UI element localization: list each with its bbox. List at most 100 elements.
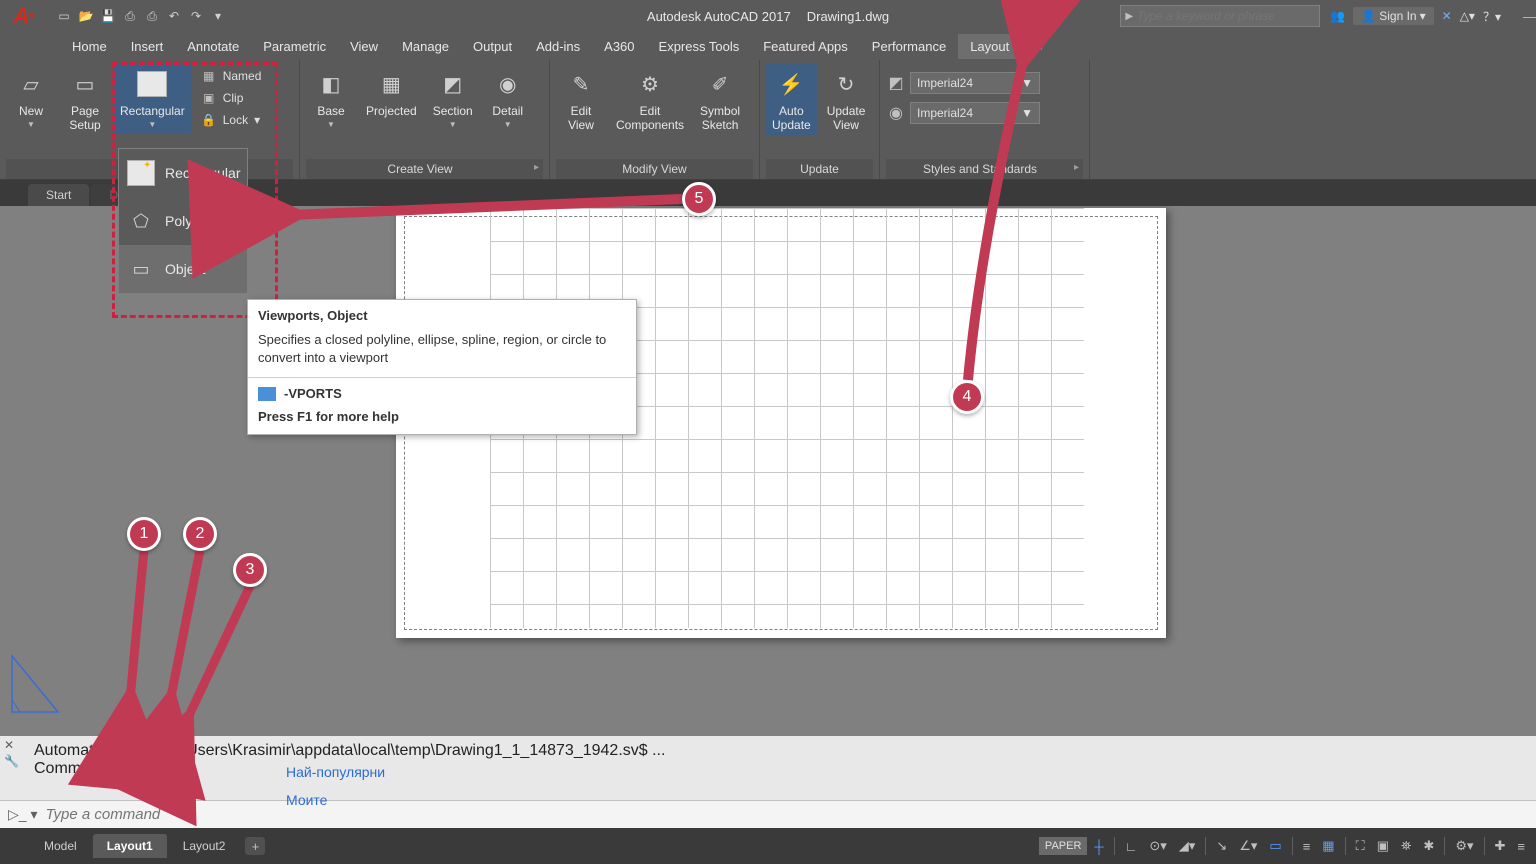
clip-viewport-button[interactable]: ▣Clip [197, 88, 266, 108]
style2-dropdown[interactable]: Imperial24▼ [910, 102, 1040, 124]
tab-performance[interactable]: Performance [860, 34, 958, 59]
minimize-button[interactable]: — [1523, 9, 1536, 24]
command-window: ✕ 🔧 Automatic save to C:\Users\Krasimir\… [0, 734, 1536, 828]
link-mine[interactable]: Моите [286, 786, 385, 814]
tab-overflow-icon[interactable]: •▾ [1021, 33, 1056, 59]
detail-icon: ◉ [492, 68, 524, 100]
viewport-type-menu: ✦ Rectangular ⬠ Polygonal ▭ Object [118, 148, 248, 294]
new-layout-button[interactable]: ▱ New▼ [6, 64, 56, 133]
qat-new-icon[interactable]: ▭ [54, 6, 74, 26]
workspace-icon[interactable]: ⚙▾ [1450, 835, 1478, 857]
rectangular-icon [136, 68, 168, 100]
update-view-icon: ↻ [830, 68, 862, 100]
layout2-tab[interactable]: Layout2 [169, 834, 240, 858]
style1-dropdown[interactable]: Imperial24▼ [910, 72, 1040, 94]
menu-rectangular[interactable]: ✦ Rectangular [119, 149, 247, 197]
infocenter-icon[interactable]: 👥 [1330, 9, 1345, 23]
ribbon-tabs: Home Insert Annotate Parametric View Man… [0, 32, 1536, 60]
search-input[interactable] [1137, 9, 1315, 23]
otrack-icon[interactable]: ∠▾ [1234, 835, 1262, 857]
tab-featured[interactable]: Featured Apps [751, 34, 860, 59]
a360-icon[interactable]: △▾ [1460, 9, 1475, 23]
section-view-button[interactable]: ◩Section▼ [427, 64, 479, 133]
named-icon: ▦ [201, 68, 217, 84]
update-view-button[interactable]: ↻Update View [821, 64, 872, 136]
help-icon[interactable]: ？▾ [1483, 8, 1501, 25]
tab-layout[interactable]: Layout [958, 34, 1021, 59]
command-prompt-icon[interactable]: ▷_ ▾ [0, 806, 45, 823]
tab-home[interactable]: Home [60, 34, 119, 59]
tooltip-body: Specifies a closed polyline, ellipse, sp… [248, 327, 636, 377]
units-icon[interactable]: ✱ [1418, 835, 1439, 857]
tab-manage[interactable]: Manage [390, 34, 461, 59]
tab-parametric[interactable]: Parametric [251, 34, 338, 59]
external-links: Най-популярни Моите [286, 758, 385, 814]
qat-plot-icon[interactable]: ⎙ [142, 6, 162, 26]
menu-object[interactable]: ▭ Object [119, 245, 247, 293]
doc-tab-start[interactable]: Start [28, 184, 89, 206]
qat-redo-icon[interactable]: ↷ [186, 6, 206, 26]
tab-output[interactable]: Output [461, 34, 524, 59]
annotation-3: 3 [233, 553, 267, 587]
add-layout-tab-button[interactable]: + [245, 837, 265, 855]
edit-view-icon: ✎ [565, 68, 597, 100]
grid-toggle-icon[interactable]: ┼ [1089, 836, 1108, 857]
cmd-settings-icon[interactable]: 🔧 [4, 754, 19, 768]
paperspace-toggle[interactable]: PAPER [1039, 837, 1087, 855]
annomonitor-icon[interactable]: ⛯ [1396, 835, 1416, 857]
title-bar: A▾ ▭ 📂 💾 ⎙ ⎙ ↶ ↷ ▾ Autodesk AutoCAD 2017… [0, 0, 1536, 32]
qat-save-icon[interactable]: 💾 [98, 6, 118, 26]
qat-undo-icon[interactable]: ↶ [164, 6, 184, 26]
isolate-icon[interactable]: ✚ [1490, 835, 1511, 857]
tooltip-command: -VPORTS [284, 386, 342, 401]
qat-open-icon[interactable]: 📂 [76, 6, 96, 26]
polar-icon[interactable]: ⊙▾ [1144, 835, 1171, 857]
app-logo[interactable]: A▾ [0, 0, 48, 32]
qat-more-icon[interactable]: ▾ [208, 6, 228, 26]
annoscale-icon[interactable]: ⛶ [1351, 835, 1370, 857]
quick-access-toolbar: ▭ 📂 💾 ⎙ ⎙ ↶ ↷ ▾ [48, 6, 234, 26]
isoplane-icon[interactable]: ◢▾ [1174, 835, 1201, 857]
search-box[interactable]: ▶ [1120, 5, 1320, 27]
projected-view-button[interactable]: ▦Projected [360, 64, 423, 122]
tooltip-title: Viewports, Object [248, 300, 636, 327]
command-line[interactable]: ▷_ ▾ [0, 800, 1536, 828]
cycling-icon[interactable]: ▦ [1317, 835, 1339, 857]
tab-addins[interactable]: Add-ins [524, 34, 592, 59]
tab-a360[interactable]: A360 [592, 34, 646, 59]
symbol-sketch-button[interactable]: ✐Symbol Sketch [694, 64, 746, 136]
exchange-icon[interactable]: ✕ [1442, 9, 1452, 23]
search-arrow-icon: ▶ [1125, 11, 1133, 22]
ucs-icon [10, 654, 60, 714]
ortho-icon[interactable]: ∟ [1120, 836, 1143, 857]
menu-polygonal[interactable]: ⬠ Polygonal [119, 197, 247, 245]
cmd-close-icon[interactable]: ✕ [4, 738, 19, 752]
auto-update-button[interactable]: ⚡Auto Update [766, 64, 817, 136]
named-viewports-button[interactable]: ▦Named [197, 66, 266, 86]
lineweight-icon[interactable]: ▭ [1264, 835, 1286, 857]
tab-annotate[interactable]: Annotate [175, 34, 251, 59]
edit-components-button[interactable]: ⚙Edit Components [610, 64, 690, 136]
clip-icon: ▣ [201, 90, 217, 106]
detail-view-button[interactable]: ◉Detail▼ [483, 64, 533, 133]
qat-saveas-icon[interactable]: ⎙ [120, 6, 140, 26]
rectangular-viewport-button[interactable]: Rectangular▼ [114, 64, 191, 133]
signin-button[interactable]: 👤 Sign In ▾ [1353, 7, 1433, 25]
window-title: Autodesk AutoCAD 2017Drawing1.dwg [639, 9, 897, 24]
link-popular[interactable]: Най-популярни [286, 758, 385, 786]
tooltip-help: Press F1 for more help [248, 409, 636, 434]
page-setup-button[interactable]: ▭ Page Setup [60, 64, 110, 136]
transparency-icon[interactable]: ≡ [1298, 836, 1316, 857]
viewport-max-icon[interactable]: ▣ [1372, 835, 1394, 857]
layout1-tab[interactable]: Layout1 [93, 834, 167, 858]
edit-view-button[interactable]: ✎Edit View [556, 64, 606, 136]
base-view-button[interactable]: ◧Base▼ [306, 64, 356, 133]
model-tab[interactable]: Model [30, 834, 91, 858]
auto-update-icon: ⚡ [775, 68, 807, 100]
tab-insert[interactable]: Insert [119, 34, 176, 59]
customize-icon[interactable]: ≡ [1512, 836, 1530, 857]
lock-viewport-button[interactable]: 🔒Lock ▾ [197, 110, 266, 130]
osnap-icon[interactable]: ↘ [1211, 835, 1232, 857]
tab-view[interactable]: View [338, 34, 390, 59]
tab-express[interactable]: Express Tools [647, 34, 752, 59]
